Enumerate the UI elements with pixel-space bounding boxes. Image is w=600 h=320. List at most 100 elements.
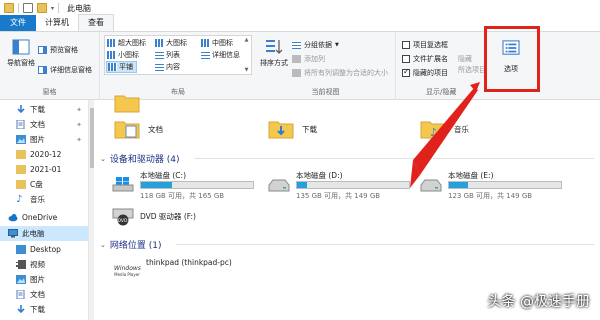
nav-item-onedrive[interactable]: OneDrive bbox=[0, 210, 88, 225]
music-icon: ♪ bbox=[16, 194, 23, 205]
details-pane-button[interactable]: 详细信息窗格 bbox=[38, 65, 92, 75]
devices-section-header[interactable]: ⌄ 设备和驱动器 (4) bbox=[100, 152, 180, 166]
layout-label: 平铺 bbox=[119, 63, 133, 71]
drive-usage-fill bbox=[449, 182, 469, 188]
fit-columns-button[interactable]: 将所有列调整为合适的大小 bbox=[292, 68, 388, 78]
nav-pane-icon bbox=[12, 39, 30, 55]
layout-small-icons[interactable]: 小图标 bbox=[107, 50, 139, 60]
drive-usage-fill bbox=[141, 182, 173, 188]
drive-d[interactable]: 本地磁盘 (D:) 135 GB 可用，共 149 GB bbox=[268, 170, 418, 204]
show-hide-group-label: 显示/隐藏 bbox=[426, 88, 457, 96]
nav-item-folder-2020-12[interactable]: 2020-12 bbox=[0, 147, 88, 162]
nav-item-pictures-pc[interactable]: 图片 bbox=[0, 272, 88, 287]
layout-label: 内容 bbox=[166, 63, 180, 71]
small-icons-icon bbox=[107, 51, 116, 59]
drive-dvd[interactable]: DVD DVD 驱动器 (F:) bbox=[112, 204, 262, 230]
dvd-drive-name: DVD 驱动器 (F:) bbox=[140, 212, 196, 221]
network-item-thinkpad[interactable]: Windows Media Player thinkpad (thinkpad-… bbox=[114, 258, 232, 278]
download-icon bbox=[17, 105, 25, 114]
layout-large-icons[interactable]: 大图标 bbox=[155, 38, 187, 48]
nav-item-music[interactable]: ♪ 音乐 bbox=[0, 192, 88, 207]
medium-icons-icon bbox=[201, 39, 210, 47]
chevron-down-icon[interactable]: ⌄ bbox=[100, 241, 106, 249]
folder-tile-unknown-top[interactable] bbox=[114, 92, 140, 114]
drive-c[interactable]: 本地磁盘 (C:) 118 GB 可用，共 165 GB bbox=[112, 170, 262, 204]
pin-icon: ✦ bbox=[76, 120, 82, 129]
hide-label: 隐藏 bbox=[458, 55, 472, 63]
folder-tile-download[interactable]: 下载 bbox=[268, 118, 317, 140]
layout-label: 详细信息 bbox=[212, 51, 240, 59]
layout-label: 超大图标 bbox=[118, 39, 146, 47]
folder-icon bbox=[16, 165, 26, 174]
sort-by-button[interactable]: 排序方式 bbox=[258, 38, 290, 68]
nav-label: 下载 bbox=[30, 305, 45, 314]
nav-label: 图片 bbox=[30, 135, 45, 144]
item-checkboxes-toggle[interactable]: 项目复选框 bbox=[402, 40, 448, 50]
picture-icon bbox=[16, 275, 26, 284]
item-checkboxes-checkbox[interactable] bbox=[402, 41, 410, 49]
add-column-label: 添加列 bbox=[304, 55, 325, 63]
layout-gallery[interactable]: 超大图标 大图标 中图标 小图标 列表 详细信息 平铺 内容 ▲ ▼ bbox=[104, 35, 252, 75]
chevron-down-icon[interactable]: ⌄ bbox=[100, 155, 106, 163]
chevron-down-icon[interactable]: ▼ bbox=[245, 67, 249, 73]
documents-folder-icon bbox=[114, 121, 140, 139]
nav-label: 图片 bbox=[30, 275, 45, 284]
nav-item-pictures[interactable]: 图片 ✦ bbox=[0, 132, 88, 147]
details-icon bbox=[201, 51, 210, 59]
folder-icon bbox=[114, 95, 140, 113]
group-by-button[interactable]: 分组依据 ▼ bbox=[292, 40, 339, 50]
layout-details[interactable]: 详细信息 bbox=[201, 50, 240, 60]
nav-item-documents-pc[interactable]: 文档 bbox=[0, 287, 88, 302]
nav-item-folder-2021-01[interactable]: 2021-01 bbox=[0, 162, 88, 177]
layout-medium-icons[interactable]: 中图标 bbox=[201, 38, 233, 48]
fit-columns-icon bbox=[292, 69, 301, 77]
nav-item-folder-c[interactable]: C盘 bbox=[0, 177, 88, 192]
tab-computer[interactable]: 计算机 bbox=[36, 15, 78, 31]
network-section-header[interactable]: ⌄ 网络位置 (1) bbox=[100, 238, 162, 252]
tab-view[interactable]: 查看 bbox=[78, 14, 114, 31]
hide-selected-label: 所选项目 bbox=[458, 66, 486, 74]
layout-label: 列表 bbox=[166, 51, 180, 59]
preview-pane-button[interactable]: 预览窗格 bbox=[38, 45, 78, 55]
file-extensions-checkbox[interactable] bbox=[402, 55, 410, 63]
details-pane-label: 详细信息窗格 bbox=[50, 66, 92, 74]
folder-tile-music[interactable]: ♪ 音乐 bbox=[420, 118, 469, 140]
drive-name: 本地磁盘 (C:) bbox=[140, 171, 186, 180]
nav-item-download[interactable]: 下载 ✦ bbox=[0, 102, 88, 117]
drive-usage-bar bbox=[296, 181, 410, 189]
layout-content[interactable]: 内容 bbox=[155, 62, 180, 72]
folder-tile-documents[interactable]: 文档 bbox=[114, 118, 163, 140]
tab-file[interactable]: 文件 bbox=[0, 15, 36, 31]
quick-access-dropdown-icon[interactable]: ▾ bbox=[51, 5, 54, 12]
nav-item-documents[interactable]: 文档 ✦ bbox=[0, 117, 88, 132]
folder-icon bbox=[16, 180, 26, 189]
file-extensions-toggle[interactable]: 文件扩展名 bbox=[402, 54, 448, 64]
add-column-button[interactable]: 添加列 bbox=[292, 54, 325, 64]
nav-item-desktop[interactable]: Desktop bbox=[0, 242, 88, 257]
hard-drive-icon bbox=[268, 179, 290, 192]
nav-item-videos[interactable]: 视频 bbox=[0, 257, 88, 272]
chevron-down-icon: ▼ bbox=[335, 42, 339, 48]
folder-label: 文档 bbox=[148, 124, 163, 134]
folder-icon bbox=[16, 150, 26, 159]
layout-scroll[interactable]: ▲ ▼ bbox=[243, 37, 250, 73]
layout-extra-large-icons[interactable]: 超大图标 bbox=[107, 38, 146, 48]
nav-item-download-pc[interactable]: 下载 bbox=[0, 302, 88, 317]
layout-tiles[interactable]: 平铺 bbox=[106, 61, 137, 73]
properties-icon[interactable] bbox=[23, 3, 33, 13]
computer-icon bbox=[8, 229, 18, 238]
drive-e[interactable]: 本地磁盘 (E:) 123 GB 可用，共 149 GB bbox=[420, 170, 570, 204]
layout-label: 中图标 bbox=[212, 39, 233, 47]
nav-item-this-pc[interactable]: 此电脑 bbox=[0, 226, 88, 241]
hidden-items-checkbox[interactable] bbox=[402, 67, 410, 77]
nav-pane-button[interactable]: 导航窗格 bbox=[4, 38, 38, 68]
chevron-up-icon[interactable]: ▲ bbox=[245, 37, 249, 43]
media-player-icon: Windows Media Player bbox=[114, 265, 141, 278]
drive-usage-bar bbox=[448, 181, 562, 189]
music-folder-icon: ♪ bbox=[420, 121, 446, 139]
hide-selected-button[interactable]: 隐藏 所选项目 bbox=[458, 54, 486, 75]
preview-pane-icon bbox=[38, 46, 47, 54]
new-folder-icon[interactable] bbox=[37, 3, 47, 13]
hidden-items-toggle[interactable]: 隐藏的项目 bbox=[402, 67, 448, 78]
layout-list[interactable]: 列表 bbox=[155, 50, 180, 60]
